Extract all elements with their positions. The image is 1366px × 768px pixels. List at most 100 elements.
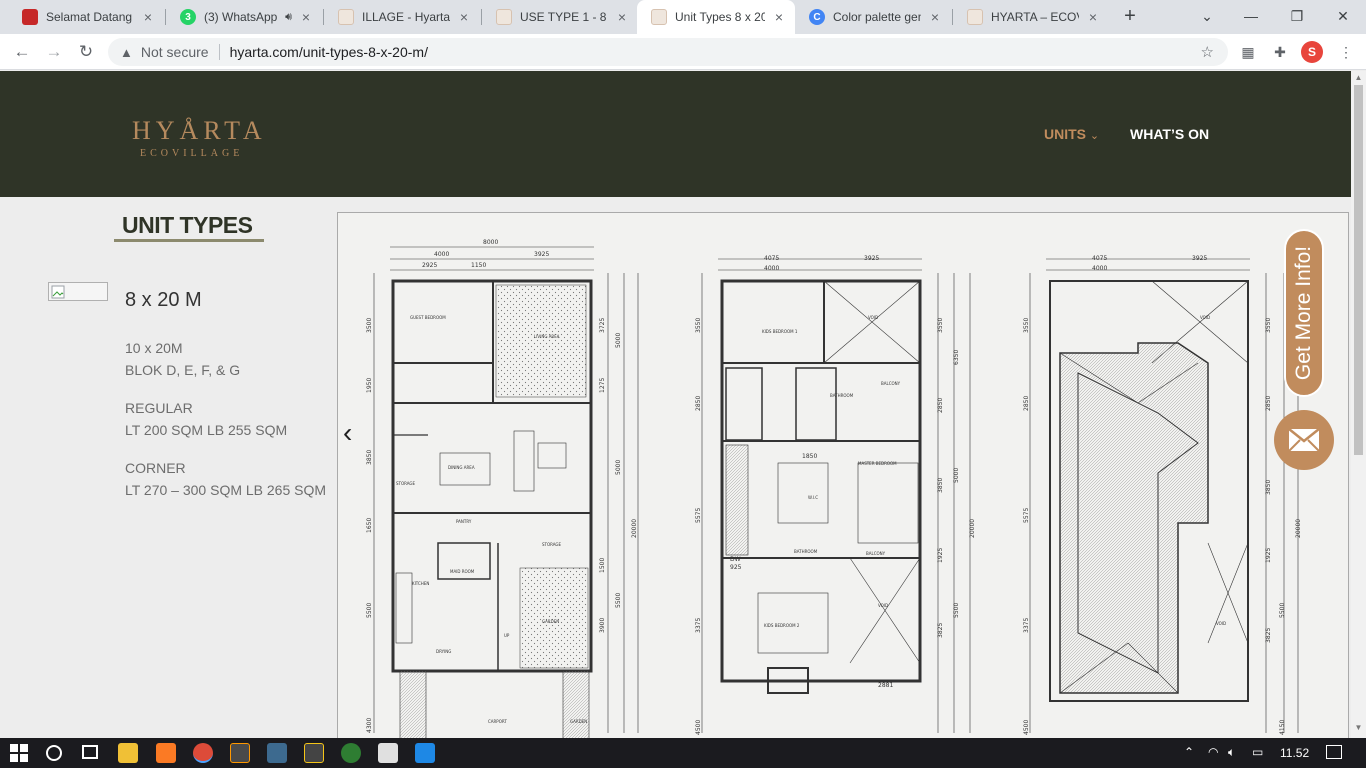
battery-icon[interactable]: ▭ [1252,745,1263,759]
info-corner-area: LT 270 – 300 SQM LB 265 SQM [125,482,327,498]
omnibox-divider [218,44,220,60]
nav-whats-on[interactable]: WHAT’S ON [1130,126,1209,142]
close-tab-icon[interactable]: × [1085,9,1101,25]
get-more-info-button[interactable]: Get More Info! [1284,229,1324,397]
nav-units[interactable]: UNITS ⌄ [1044,126,1099,142]
dimension-label: 3500 [366,318,373,333]
windows-start-icon[interactable] [10,744,28,762]
dimension-label: 3550 [1265,318,1272,333]
security-label[interactable]: Not secure [141,44,209,60]
dimension-label: 2850 [1265,396,1272,411]
forward-icon[interactable]: → [42,40,66,64]
warning-icon[interactable]: ▲ [120,45,133,60]
wifi-icon[interactable]: ◠ [1208,745,1218,759]
minimize-button[interactable]: — [1228,0,1274,34]
tab-hyarta-village[interactable]: ILLAGE - Hyarta E × [324,0,480,34]
dimension-label: 1275 [599,378,606,393]
dimension-label: 5000 [615,460,622,475]
speaker-icon[interactable]: 🔊︎ [285,11,292,24]
canva-favicon-icon: C [809,9,825,25]
scroll-up-icon[interactable]: ▲ [1354,73,1363,82]
close-window-button[interactable]: ✕ [1320,0,1366,34]
room-label: VOID [1200,315,1210,320]
floor-plan-image[interactable]: 8000 4000 3925 2925 1150 3725 5000 1275 … [337,212,1349,742]
dimension-label: 4300 [366,718,373,733]
close-tab-icon[interactable]: × [927,9,943,25]
url-text[interactable]: hyarta.com/unit-types-8-x-20-m/ [230,44,428,60]
site-logo[interactable]: HYÅRTA [132,116,267,146]
task-view-icon[interactable] [82,745,98,759]
new-tab-button[interactable]: + [1118,5,1142,29]
tab-unit-types-active[interactable]: Unit Types 8 x 20 × [637,0,795,34]
plan2-room-labels: KIDS BEDROOM 1 VOID BATHROOM BALCONY MAS… [730,315,901,689]
room-label: BALCONY [881,381,901,386]
dimension-label: 2850 [937,398,944,413]
chrome-icon[interactable] [193,743,213,763]
search-icon[interactable] [46,745,62,761]
reload-icon[interactable]: ↻ [74,40,98,64]
dimension-label: 4150 [1279,720,1286,735]
site-logo-subtitle[interactable]: ECOVILLAGE [140,148,243,159]
dimension-label: 4075 [764,255,779,262]
room-label: CARPORT [488,719,507,724]
clock[interactable]: 11.52 [1280,746,1309,760]
nav-units-label: UNITS [1044,126,1086,142]
room-label: BALCONY [866,551,886,556]
volume-icon[interactable]: 🔈︎ [1228,745,1235,760]
tab-house-type-1[interactable]: USE TYPE 1 - 8 x 2 × [482,0,638,34]
notifications-icon[interactable] [1326,745,1342,759]
tab-selamat-datang[interactable]: Selamat Datang d × [8,0,164,34]
tab-hyarta-ecovillage[interactable]: HYARTA – ECOVIL × [953,0,1109,34]
notepad-icon[interactable] [378,743,398,763]
dimension-label: 5500 [1279,603,1286,618]
sublime-text-icon[interactable] [230,743,250,763]
bookmark-star-icon[interactable]: ☆ [1201,43,1214,61]
dimension-label: 4075 [1092,255,1107,262]
close-tab-icon[interactable]: × [140,9,156,25]
tab-color-palette[interactable]: C Color palette gen × [795,0,951,34]
shield-favicon-icon [22,9,38,25]
dimension-label: 2925 [422,262,437,269]
previous-arrow-icon[interactable]: ‹ [343,419,363,449]
dimension-label: 1950 [366,378,373,393]
chevron-up-icon[interactable]: ⌃ [1184,745,1194,759]
get-more-info-label: Get More Info! [1292,245,1315,381]
dimension-label: 3375 [695,618,702,633]
xampp-icon[interactable] [156,743,176,763]
close-tab-icon[interactable]: × [456,9,472,25]
dimension-label: 3925 [864,255,879,262]
close-tab-icon[interactable]: × [298,9,314,25]
file-explorer-icon[interactable] [118,743,138,763]
scroll-down-icon[interactable]: ▼ [1354,723,1363,732]
back-icon[interactable]: ← [10,40,34,64]
page-scrollbar[interactable]: ▲ ▼ [1351,71,1366,738]
tab-whatsapp[interactable]: 3 (3) WhatsApp 🔊︎ × [166,0,322,34]
qr-code-icon[interactable]: ▦ [1238,42,1258,62]
scrollbar-thumb[interactable] [1354,85,1363,455]
profile-avatar[interactable]: S [1301,41,1323,63]
restore-button[interactable]: ❐ [1274,0,1320,34]
extensions-puzzle-icon[interactable]: ✚ [1270,42,1290,62]
whatsapp-icon: 3 [180,9,196,25]
dimension-label: 3550 [1023,318,1030,333]
close-tab-icon[interactable]: × [614,9,630,25]
info-blocks: BLOK D, E, F, & G [125,362,241,378]
broken-image-icon [51,285,65,299]
unit-thumbnail-image[interactable] [48,282,108,301]
site-header: HYÅRTA ECOVILLAGE UNITS ⌄ WHAT’S ON [0,71,1351,197]
room-label: W.I.C [808,495,818,500]
git-icon[interactable] [304,743,324,763]
address-bar[interactable]: ▲ Not secure hyarta.com/unit-types-8-x-2… [108,38,1228,66]
room-label: 925 [730,564,742,571]
room-label: MASTER BEDROOM [858,461,897,466]
chrome-menu-icon[interactable]: ⋮ [1336,42,1356,62]
postgresql-icon[interactable] [267,743,287,763]
heidisql-icon[interactable] [341,743,361,763]
room-label: BATHROOM [794,549,818,554]
network-app-icon[interactable] [415,743,435,763]
dimension-label: 4000 [1092,265,1107,272]
close-tab-icon[interactable]: × [771,9,787,25]
room-label: VOID [878,603,888,608]
tab-search-icon[interactable]: ⌄ [1184,0,1230,34]
mail-button[interactable] [1274,410,1334,470]
